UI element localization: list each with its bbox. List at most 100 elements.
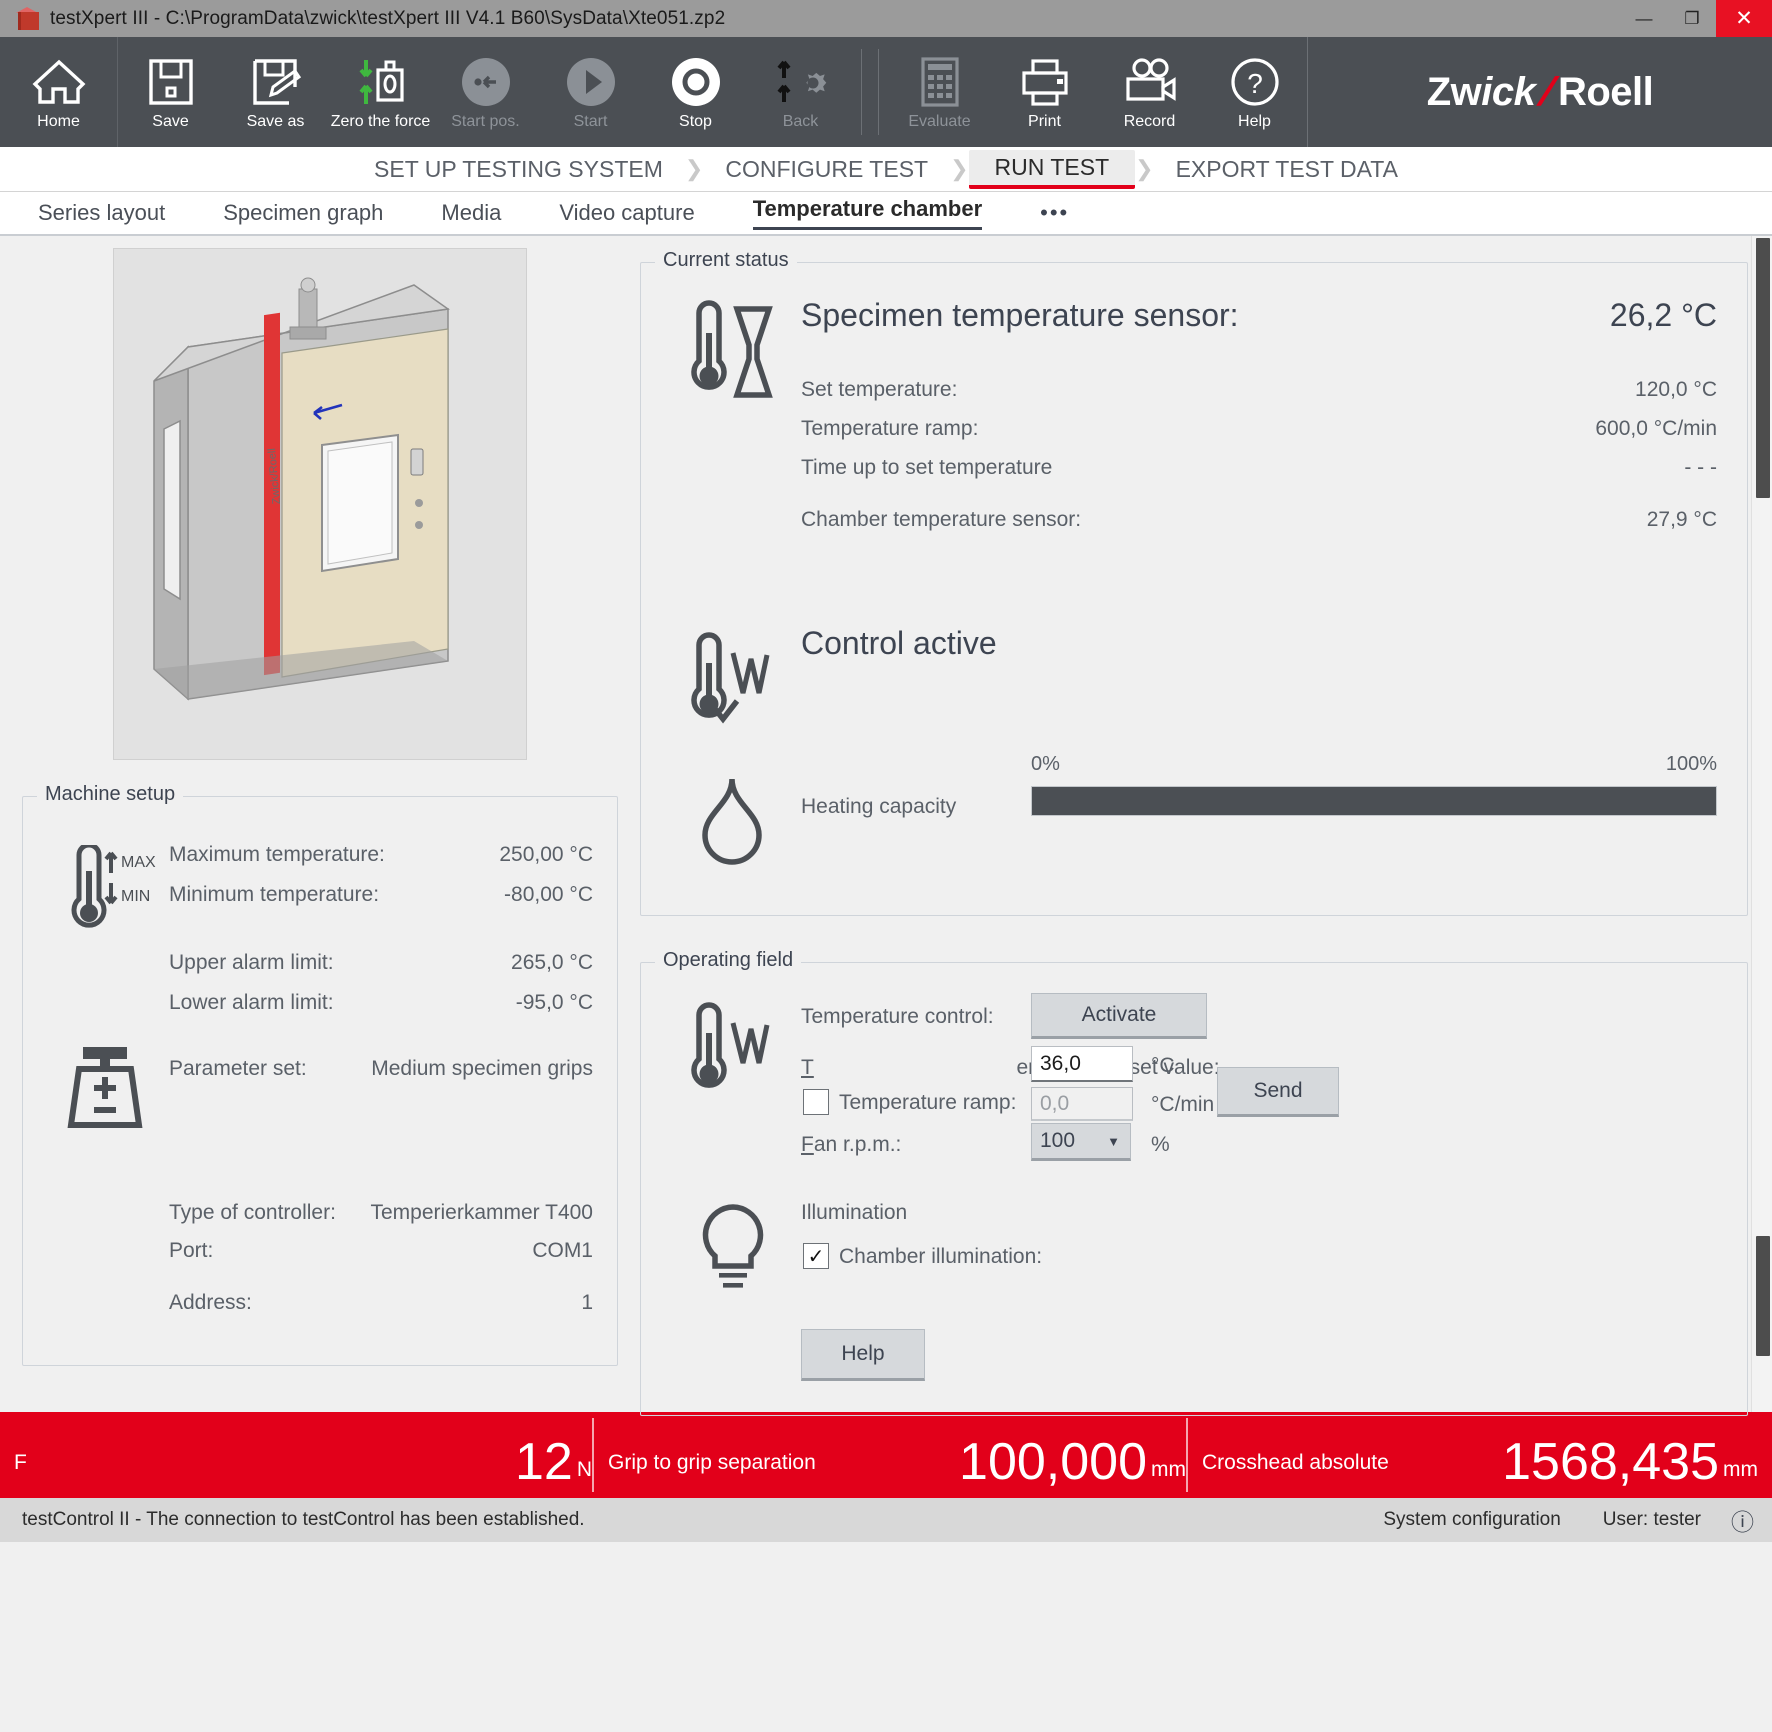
toolbar-divider	[861, 49, 862, 135]
tab-series-layout[interactable]: Series layout	[38, 200, 165, 226]
toolbar-button-print[interactable]: Print	[992, 37, 1097, 147]
measurement-cell-grip-separation: Grip to grip separation 100,000 mm	[594, 1412, 1186, 1498]
label-temperature-ramp: Temperature ramp:	[839, 1091, 1017, 1114]
toolbar-button-start[interactable]: Start	[538, 37, 643, 147]
toolbar-button-stop[interactable]: Stop	[643, 37, 748, 147]
toolbar-label-zero-force: Zero the force	[330, 113, 431, 130]
row-chamber-temperature-sensor: Chamber temperature sensor: 27,9 °C	[801, 508, 1717, 532]
toolbar-button-zero-force[interactable]: Zero the force	[328, 37, 433, 147]
label-time-up-to-set-temperature: Time up to set temperature	[801, 456, 1053, 479]
svg-text:MIN: MIN	[121, 888, 150, 905]
current-status-panel: Current status Specimen temperature sens…	[640, 249, 1748, 916]
tab-video-capture[interactable]: Video capture	[559, 200, 694, 226]
system-configuration-link[interactable]: System configuration	[1383, 1509, 1560, 1531]
send-button[interactable]: Send	[1217, 1067, 1339, 1117]
machine-setup-panel: Machine setup MAX MIN Maximum temperatur…	[22, 783, 618, 1366]
scrollbar-thumb-bottom[interactable]	[1756, 1236, 1770, 1356]
row-maximum-temperature: Maximum temperature: 250,00 °C	[169, 843, 593, 867]
title-separator: -	[153, 7, 161, 29]
printer-icon	[1019, 53, 1071, 111]
toolbar-button-record[interactable]: Record	[1097, 37, 1202, 147]
temperature-set-value-input[interactable]: 36,0	[1031, 1046, 1133, 1082]
row-address: Address: 1	[169, 1291, 593, 1315]
window-title: testXpert III - C:\ProgramData\zwick\tes…	[50, 8, 725, 30]
tab-specimen-graph[interactable]: Specimen graph	[223, 200, 383, 226]
temperature-ramp-checkbox[interactable]	[803, 1089, 829, 1115]
heating-scale-min: 0%	[1031, 753, 1060, 775]
toolbar-button-save[interactable]: Save	[118, 37, 223, 147]
nav-item-configure-test[interactable]: CONFIGURE TEST	[703, 156, 950, 183]
toolbar-label-start: Start	[573, 113, 608, 130]
measurement-label-crosshead: Crosshead absolute	[1202, 1451, 1389, 1474]
toolbar-button-home[interactable]: Home	[0, 37, 118, 147]
toolbar-button-save-as[interactable]: Save as	[223, 37, 328, 147]
close-icon[interactable]: ✕	[1716, 0, 1772, 37]
toolbar-button-start-pos[interactable]: Start pos.	[433, 37, 538, 147]
tab-media[interactable]: Media	[441, 200, 501, 226]
maximize-icon[interactable]: ❐	[1668, 0, 1716, 37]
row-port: Port: COM1	[169, 1239, 593, 1263]
row-temperature-ramp-status: Temperature ramp: 600,0 °C/min	[801, 417, 1717, 441]
stop-icon	[668, 53, 724, 111]
current-user-label: User: tester	[1602, 1509, 1701, 1530]
info-icon[interactable]: ⓘ	[1731, 1503, 1754, 1537]
camera-icon	[1123, 53, 1177, 111]
label-minimum-temperature: Minimum temperature:	[169, 883, 380, 906]
label-temperature-ramp-status: Temperature ramp:	[801, 417, 979, 440]
scrollbar-thumb-top[interactable]	[1756, 238, 1770, 498]
machine-setup-rows: Maximum temperature: 250,00 °C Minimum t…	[169, 843, 593, 1315]
label-lower-alarm-limit: Lower alarm limit:	[169, 991, 334, 1014]
measurement-value-grip-separation: 100,000	[959, 1433, 1147, 1491]
temperature-chamber-image: Zwick/Roell	[113, 248, 527, 760]
measurement-value-force: 12	[514, 1433, 573, 1491]
value-temperature-ramp-status: 600,0 °C/min	[1595, 417, 1717, 440]
label-maximum-temperature: Maximum temperature:	[169, 843, 385, 866]
value-chamber-temperature-sensor: 27,9 °C	[1646, 508, 1717, 531]
home-icon	[32, 53, 86, 111]
toolbar-button-evaluate[interactable]: Evaluate	[887, 37, 992, 147]
brand-logo: Zw ick / Roell	[1307, 37, 1772, 147]
window-titlebar: testXpert III - C:\ProgramData\zwick\tes…	[0, 0, 1772, 37]
tab-overflow-icon[interactable]: •••	[1040, 200, 1069, 226]
toolbar-button-help[interactable]: ? Help	[1202, 37, 1307, 147]
control-active-text: Control active	[801, 625, 997, 661]
nav-item-set-up-testing-system[interactable]: SET UP TESTING SYSTEM	[352, 156, 685, 183]
value-port: COM1	[532, 1239, 593, 1262]
nav-item-export-test-data[interactable]: EXPORT TEST DATA	[1154, 156, 1420, 183]
label-chamber-temperature-sensor: Chamber temperature sensor:	[801, 508, 1082, 531]
measurement-unit-grip-separation: mm	[1151, 1458, 1186, 1481]
back-icon	[772, 53, 830, 111]
heating-scale-max: 100%	[1665, 753, 1717, 775]
row-set-temperature: Set temperature: 120,0 °C	[801, 378, 1717, 402]
minimize-icon[interactable]: —	[1620, 0, 1668, 37]
nav-item-run-test[interactable]: RUN TEST	[968, 149, 1136, 189]
help-button[interactable]: Help	[801, 1329, 925, 1381]
operating-field-legend: Operating field	[655, 949, 802, 972]
value-maximum-temperature: 250,00 °C	[499, 843, 593, 866]
value-set-temperature: 120,0 °C	[1635, 378, 1717, 401]
measurement-unit-force: N	[576, 1458, 592, 1481]
activate-button[interactable]: Activate	[1031, 993, 1207, 1039]
temperature-ramp-input[interactable]: 0,0	[1031, 1087, 1133, 1121]
toolbar-button-back[interactable]: Back	[748, 37, 853, 147]
heating-capacity-gauge[interactable]: 0% 100%	[1031, 753, 1717, 816]
value-parameter-set: Medium specimen grips	[371, 1057, 593, 1080]
start-icon	[563, 53, 619, 111]
save-icon	[147, 53, 195, 111]
label-address: Address:	[169, 1291, 252, 1314]
right-column: Current status Specimen temperature sens…	[640, 236, 1772, 1416]
tab-temperature-chamber[interactable]: Temperature chamber	[752, 196, 983, 230]
illumination-title: Illumination	[801, 1201, 908, 1224]
label-specimen-temperature-sensor: Specimen temperature sensor:	[801, 297, 1239, 333]
specimen-sensor-row: Specimen temperature sensor: 26,2 °C	[801, 297, 1717, 334]
control-active-icon	[685, 631, 781, 732]
app-icon	[16, 6, 39, 31]
fan-rpm-select[interactable]: 100 ▼	[1031, 1123, 1131, 1161]
chamber-illumination-checkbox[interactable]: ✓	[803, 1243, 829, 1269]
measurement-value-crosshead: 1568,435	[1502, 1433, 1719, 1491]
label-temperature-control: Temperature control:	[801, 1005, 994, 1028]
vertical-scrollbar[interactable]	[1751, 236, 1772, 1412]
label-parameter-set: Parameter set:	[169, 1057, 307, 1080]
flame-icon	[689, 773, 775, 870]
main-navigation: SET UP TESTING SYSTEM ❯ CONFIGURE TEST ❯…	[0, 147, 1772, 192]
